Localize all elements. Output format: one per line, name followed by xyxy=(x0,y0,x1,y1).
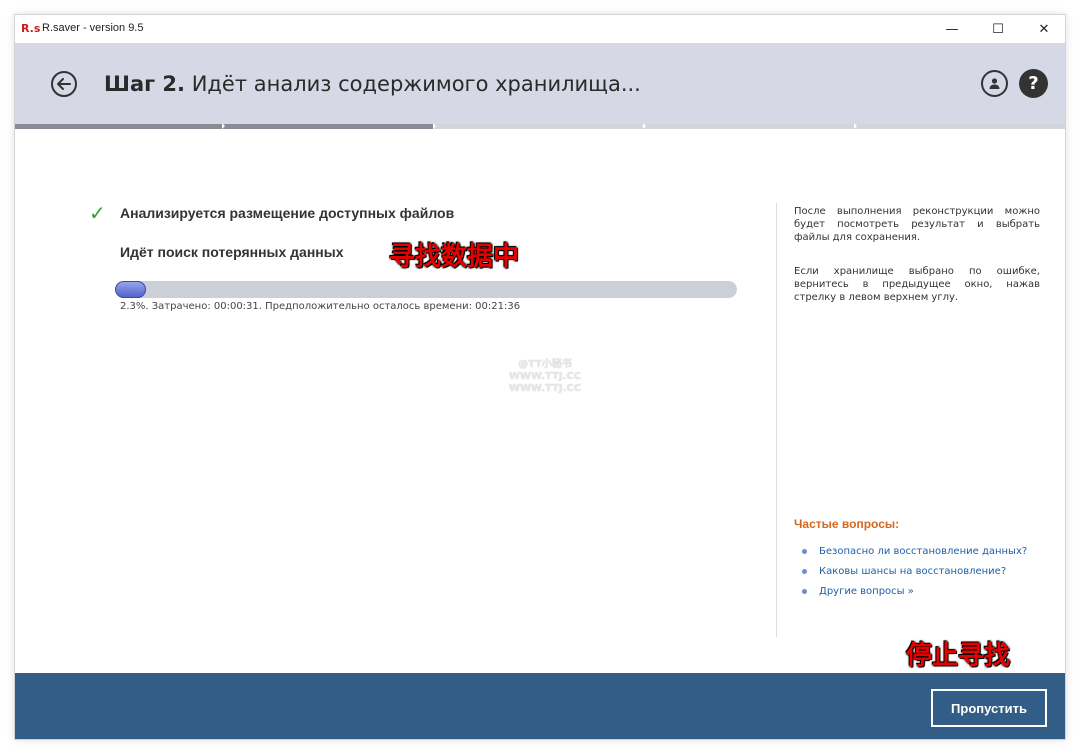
maximize-button[interactable]: ☐ xyxy=(975,15,1021,43)
sidebar-divider xyxy=(776,203,777,637)
step-separator xyxy=(854,123,857,129)
searching-annotation: 寻找数据中 xyxy=(389,242,520,272)
user-icon xyxy=(989,78,1000,89)
step-number: Шаг 2. xyxy=(104,72,185,96)
title-bar: R.s R.saver - version 9.5 — ☐ ✕ xyxy=(15,15,1065,43)
back-button[interactable] xyxy=(51,71,77,97)
stop-annotation: 停止寻找 xyxy=(906,641,1011,671)
window-title: R.saver - version 9.5 xyxy=(42,22,144,34)
step-header: Шаг 2. Идёт анализ содержимого хранилища… xyxy=(15,43,1065,127)
faq-link[interactable]: Безопасно ли восстановление данных? xyxy=(802,541,1027,561)
close-button[interactable]: ✕ xyxy=(1021,15,1065,43)
minimize-button[interactable]: — xyxy=(929,15,975,43)
current-task-label: Идёт поиск потерянных данных xyxy=(120,244,344,260)
bullet-icon xyxy=(802,588,807,594)
arrow-left-icon xyxy=(57,78,71,90)
watermark: @TT小秘书 WWW.TTJ.CC WWW.TTJ.CC xyxy=(485,359,605,395)
page-title: Шаг 2. Идёт анализ содержимого хранилища… xyxy=(104,72,641,96)
sidebar-info-text: Если хранилище выбрано по ошибке, вернит… xyxy=(794,266,1040,303)
faq-link[interactable]: Другие вопросы » xyxy=(802,581,1027,601)
watermark-line: WWW.TTJ.CC xyxy=(508,383,582,394)
watermark-line: WWW.TTJ.CC xyxy=(508,371,582,382)
faq-list: Безопасно ли восстановление данных? Како… xyxy=(802,541,1027,601)
faq-link-label: Безопасно ли восстановление данных? xyxy=(819,545,1028,557)
step-separator xyxy=(643,123,646,129)
app-logo: R.s xyxy=(21,22,41,35)
bullet-icon xyxy=(802,548,807,554)
footer-bar: Пропустить xyxy=(15,673,1065,739)
step-separator xyxy=(433,123,436,129)
step-description: Идёт анализ содержимого хранилища... xyxy=(191,72,641,96)
user-button[interactable] xyxy=(981,70,1008,97)
watermark-line: @TT小秘书 xyxy=(518,359,572,370)
wizard-progress-bar xyxy=(15,123,1065,129)
help-button[interactable]: ? xyxy=(1019,69,1048,98)
bullet-icon xyxy=(802,568,807,574)
skip-button[interactable]: Пропустить xyxy=(931,689,1047,727)
app-window: R.s R.saver - version 9.5 — ☐ ✕ Шаг 2. И… xyxy=(14,14,1066,740)
faq-link-label: Каковы шансы на восстановление? xyxy=(819,565,1007,577)
progress-status-text: 2.3%. Затрачено: 00:00:31. Предположител… xyxy=(120,301,521,312)
faq-link-label: Другие вопросы » xyxy=(819,585,914,597)
scan-progress-fill xyxy=(115,281,146,298)
sidebar-info-text: После выполнения реконструкции можно буд… xyxy=(794,206,1040,243)
faq-link[interactable]: Каковы шансы на восстановление? xyxy=(802,561,1027,581)
faq-title: Частые вопросы: xyxy=(794,517,900,531)
scan-progress-bar xyxy=(115,281,737,298)
completed-task-label: Анализируется размещение доступных файло… xyxy=(120,205,455,221)
step-separator xyxy=(222,123,225,129)
checkmark-icon: ✓ xyxy=(89,201,106,225)
